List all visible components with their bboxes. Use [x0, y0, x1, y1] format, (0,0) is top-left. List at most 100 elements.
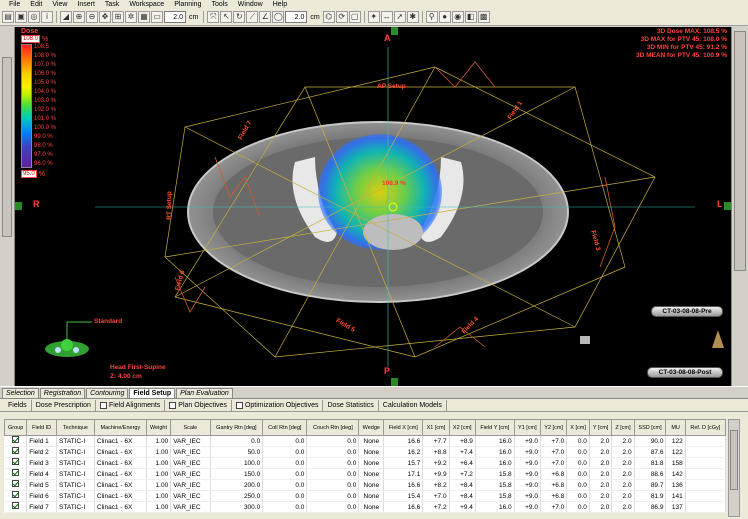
workspace-tab-registration[interactable]: Registration: [39, 388, 86, 398]
sub-tab-dose-prescription[interactable]: Dose Prescription: [32, 399, 96, 411]
column-header[interactable]: Y2 [cm]: [539, 419, 568, 436]
table-row[interactable]: Field 1 STATIC-I Clinac1 - 6X 1.00 VAR_IEC 0.…: [4, 435, 727, 447]
menu-item-edit[interactable]: Edit: [25, 0, 47, 9]
table-row[interactable]: Field 4 STATIC-I Clinac1 - 6X 1.00 VAR_IEC 15…: [4, 468, 727, 480]
target-icon[interactable]: ◎: [28, 11, 40, 23]
column-header[interactable]: Couch Rtn [deg]: [306, 419, 360, 436]
group-checkbox[interactable]: [11, 491, 19, 498]
star-icon[interactable]: ✱: [406, 11, 419, 23]
column-header[interactable]: Group: [3, 419, 28, 436]
dose-min-field[interactable]: 95.0: [21, 170, 37, 178]
group-checkbox[interactable]: [11, 458, 19, 465]
lock-icon[interactable]: ⌬: [322, 11, 335, 23]
menu-item-window[interactable]: Window: [233, 0, 268, 9]
window-level-icon[interactable]: ✲: [125, 11, 137, 23]
column-header[interactable]: X [cm]: [566, 419, 590, 436]
cube-icon[interactable]: ◧: [464, 11, 477, 23]
scrollbar-thumb[interactable]: [734, 31, 746, 271]
menu-item-help[interactable]: Help: [268, 0, 292, 9]
sub-tab-field-alignments[interactable]: Field Alignments: [96, 399, 166, 411]
sub-tab-dose-statistics[interactable]: Dose Statistics: [323, 399, 379, 411]
arrow-icon[interactable]: ↖: [220, 11, 233, 23]
table-scrollbar[interactable]: [728, 419, 740, 517]
group-checkbox-cell[interactable]: [4, 468, 28, 480]
sphere-icon[interactable]: ●: [438, 11, 451, 23]
column-header[interactable]: Weight: [145, 419, 172, 436]
ruler-icon[interactable]: ⟋: [246, 11, 259, 23]
sub-tab-checkbox[interactable]: [169, 401, 177, 409]
beam-icon[interactable]: ⤧: [207, 11, 220, 23]
ct-post-tag[interactable]: CT-03-08-08-Post: [647, 367, 723, 378]
pan-icon[interactable]: ✥: [99, 11, 111, 23]
column-header[interactable]: Field ID: [26, 419, 58, 436]
grid-icon[interactable]: ▦: [138, 11, 150, 23]
group-checkbox-cell[interactable]: [4, 446, 28, 458]
group-checkbox[interactable]: [11, 447, 19, 454]
save-icon[interactable]: ▣: [15, 11, 27, 23]
scrollbar-thumb[interactable]: [2, 57, 12, 237]
scrollbar-thumb[interactable]: [730, 430, 738, 490]
sub-tab-optimization-objectives[interactable]: Optimization Objectives: [232, 399, 324, 411]
menu-item-tools[interactable]: Tools: [206, 0, 232, 9]
group-checkbox-cell[interactable]: [4, 479, 28, 491]
column-header[interactable]: SSD [cm]: [633, 419, 667, 436]
magnifier-icon[interactable]: ⚲: [425, 11, 438, 23]
menu-item-insert[interactable]: Insert: [72, 0, 100, 9]
zoom-in-icon[interactable]: ⊕: [73, 11, 85, 23]
sub-tab-calculation-models[interactable]: Calculation Models: [379, 399, 447, 411]
column-header[interactable]: Gantry Rtn [deg]: [209, 419, 264, 436]
frame-icon[interactable]: ▢: [348, 11, 361, 23]
column-header[interactable]: Ref. D [cGy]: [684, 419, 727, 436]
group-checkbox-cell[interactable]: [4, 435, 28, 447]
sub-tab-checkbox[interactable]: [99, 401, 107, 409]
refresh-icon[interactable]: ⟳: [335, 11, 348, 23]
column-header[interactable]: Y1 [cm]: [513, 419, 541, 436]
table-row[interactable]: Field 6 STATIC-I Clinac1 - 6X 1.00 VAR_IEC 25…: [4, 490, 727, 502]
column-header[interactable]: Field X [cm]: [383, 419, 424, 436]
zoom-out-icon[interactable]: ⊖: [86, 11, 98, 23]
field-edit-icon[interactable]: ✦: [367, 11, 380, 23]
column-header[interactable]: Z [cm]: [611, 419, 635, 436]
menu-item-planning[interactable]: Planning: [169, 0, 206, 9]
open-icon[interactable]: ▤: [2, 11, 14, 23]
left-scrollbar[interactable]: [0, 27, 15, 386]
column-header[interactable]: Field Y [cm]: [474, 419, 515, 436]
measure-icon[interactable]: ▭: [151, 11, 163, 23]
dose-max-field[interactable]: 108.0: [21, 35, 41, 43]
ct-viewport[interactable]: Dose 108.0 % 108.5 108.0 % 107.0 % 106.0 % 1…: [15, 27, 731, 386]
column-header[interactable]: Machine/Energy: [93, 419, 147, 436]
table-row[interactable]: Field 7 STATIC-I Clinac1 - 6X 1.00 VAR_IEC 30…: [4, 501, 727, 513]
right-scrollbar[interactable]: [731, 27, 748, 386]
workspace-tab-contouring[interactable]: Contouring: [86, 388, 129, 398]
group-checkbox-cell[interactable]: [4, 501, 28, 513]
group-checkbox-cell[interactable]: [4, 490, 28, 502]
sub-tab-fields[interactable]: Fields: [4, 399, 32, 411]
group-checkbox[interactable]: [11, 469, 19, 476]
column-header[interactable]: Y [cm]: [588, 419, 613, 436]
column-header[interactable]: MU: [665, 419, 686, 436]
rotate-icon[interactable]: ↻: [233, 11, 246, 23]
select-icon[interactable]: ◢: [60, 11, 72, 23]
circle-tool-icon[interactable]: ◯: [272, 11, 285, 23]
sub-tab-checkbox[interactable]: [235, 401, 243, 409]
grid-view-icon[interactable]: ▩: [477, 11, 490, 23]
sub-tab-plan-objectives[interactable]: Plan Objectives: [165, 399, 232, 411]
table-row[interactable]: Field 3 STATIC-I Clinac1 - 6X 1.00 VAR_IEC 10…: [4, 457, 727, 469]
menu-item-workspace[interactable]: Workspace: [124, 0, 169, 9]
column-header[interactable]: Technique: [56, 419, 95, 436]
column-header[interactable]: Coll Rtn [deg]: [262, 419, 308, 436]
workspace-tab-field-setup[interactable]: Field Setup: [129, 388, 176, 398]
column-header[interactable]: X1 [cm]: [422, 419, 450, 436]
column-header[interactable]: Wedge: [358, 419, 385, 436]
angle-icon[interactable]: ∠: [259, 11, 272, 23]
info-icon[interactable]: i: [41, 11, 53, 23]
zoom-value-field[interactable]: 2.0: [164, 11, 186, 23]
group-checkbox[interactable]: [11, 436, 19, 443]
ct-pre-tag[interactable]: CT-03-08-08-Pre: [651, 306, 723, 317]
zoom2-value-field[interactable]: 2.0: [285, 11, 308, 23]
menu-item-task[interactable]: Task: [100, 0, 124, 9]
pointer-icon[interactable]: ➚: [393, 11, 406, 23]
table-row[interactable]: Field 2 STATIC-I Clinac1 - 6X 1.00 VAR_IEC 50…: [4, 446, 727, 458]
workspace-tab-plan-evaluation[interactable]: Plan Evaluation: [176, 388, 233, 398]
patient-3d-icon[interactable]: ◉: [451, 11, 464, 23]
